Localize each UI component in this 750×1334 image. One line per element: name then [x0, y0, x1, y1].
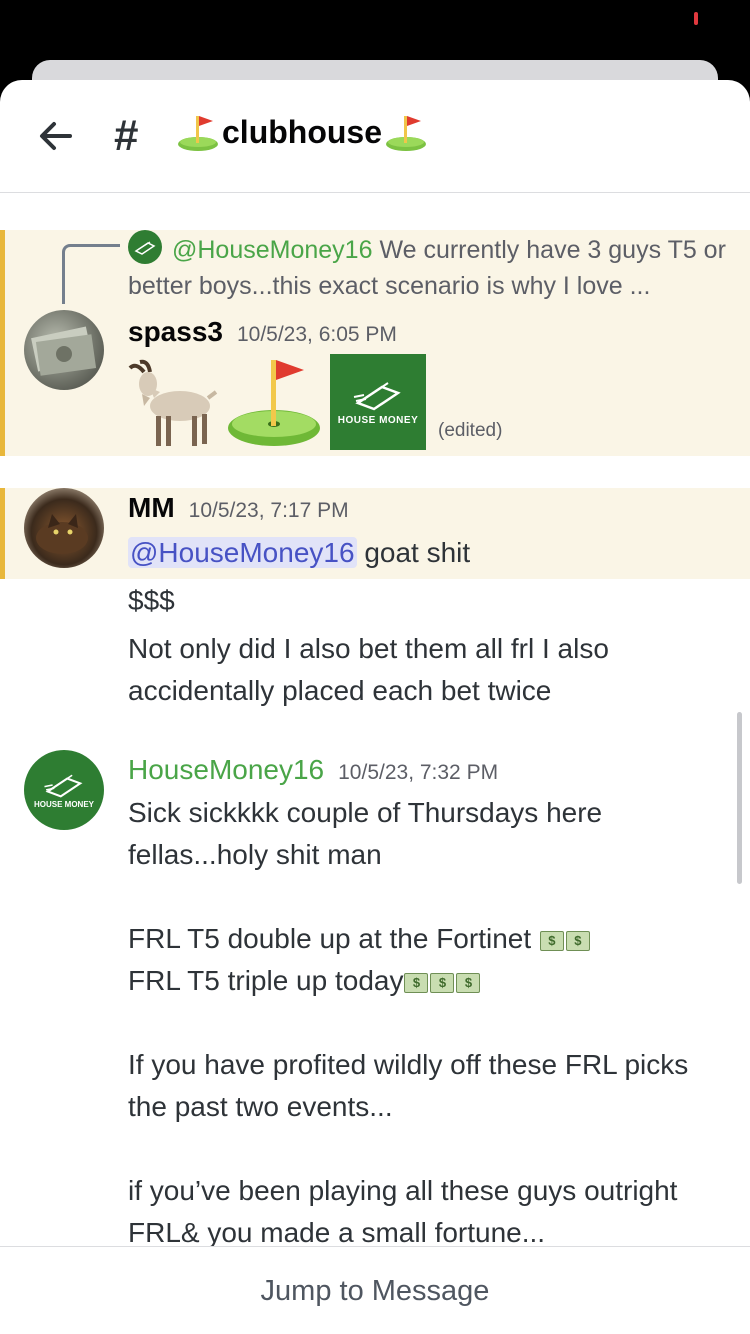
message-header: spass3 10/5/23, 6:05 PM [128, 316, 397, 348]
housemoney-sticker[interactable]: HOUSE MONEY [330, 354, 426, 450]
recording-indicator [694, 12, 698, 25]
money-bag-icon [353, 381, 401, 410]
message-header: MM 10/5/23, 7:17 PM [128, 492, 349, 524]
user-mention[interactable]: @HouseMoney16 [128, 537, 357, 568]
money-emoji-icon: $ [404, 972, 429, 993]
channel-title[interactable]: clubhouse [176, 110, 428, 154]
message-timestamp: 10/5/23, 7:17 PM [188, 499, 349, 522]
cat-photo-image [36, 514, 88, 554]
avatar-spass3[interactable] [24, 310, 104, 390]
message-text: goat shit [356, 537, 471, 568]
money-emoji-icon: $ [539, 930, 564, 951]
message-text: Not only did I also bet them all frl I a… [128, 633, 609, 706]
message-text: FRL T5 triple up today [128, 965, 404, 996]
golf-flag-icon [228, 360, 320, 446]
golf-flag-icon [178, 116, 218, 151]
message-body: @HouseMoney16 goat shit [128, 532, 728, 574]
money-bag-icon [44, 774, 83, 798]
edited-label: (edited) [438, 420, 503, 441]
scrollbar[interactable] [737, 712, 742, 884]
author-name[interactable]: MM [128, 492, 175, 524]
sticker-label: HOUSE MONEY [337, 414, 419, 426]
author-name[interactable]: spass3 [128, 316, 223, 348]
back-arrow-icon [40, 122, 72, 150]
message-timestamp: 10/5/23, 7:32 PM [338, 761, 499, 784]
message-header: HouseMoney16 10/5/23, 7:32 PM [128, 754, 498, 786]
jump-to-message-button[interactable]: Jump to Message [261, 1275, 490, 1308]
back-button[interactable] [34, 114, 78, 158]
message-text: if you’ve been playing all these guys ou… [128, 1175, 678, 1248]
avatar-housemoney16[interactable]: HOUSE MONEY [24, 750, 104, 830]
channel-header: # clubhouse [0, 80, 750, 193]
message-line: FRL T5 triple up today $ $ $ [128, 960, 728, 1002]
message-text: FRL T5 double up at the Fortinet [128, 923, 539, 954]
message-text: Sick sickkkk couple of Thursdays here fe… [128, 797, 603, 870]
golf-flag-icon [386, 116, 427, 151]
channel-name: clubhouse [222, 114, 383, 150]
reply-connector [62, 244, 120, 304]
author-name[interactable]: HouseMoney16 [128, 754, 324, 786]
jump-to-message-bar[interactable]: Jump to Message [0, 1246, 750, 1334]
thread-sheet: # clubhouse @HouseMoney16 We currently h… [0, 80, 750, 1334]
message-timestamp: 10/5/23, 6:05 PM [236, 323, 397, 346]
channel-hash: # [114, 111, 139, 160]
money-emoji-icon: $ [456, 972, 481, 993]
goat-icon [128, 359, 218, 446]
money-emoji-icon: $ [565, 930, 590, 951]
reply-mention[interactable]: @HouseMoney16 [128, 236, 373, 264]
avatar-label: HOUSE MONEY [33, 799, 94, 809]
message-text: If you have profited wildly off these FR… [128, 1049, 689, 1122]
message-line: FRL T5 double up at the Fortinet $ $ [128, 918, 728, 960]
reply-preview[interactable]: @HouseMoney16 We currently have 3 guys T… [128, 232, 728, 304]
message-text: $$$ [128, 585, 175, 616]
emoji-row: HOUSE MONEY (edited) [126, 354, 502, 450]
avatar-mm[interactable] [24, 488, 104, 568]
money-emoji-icon: $ [430, 972, 455, 993]
money-stack-image [31, 326, 97, 376]
